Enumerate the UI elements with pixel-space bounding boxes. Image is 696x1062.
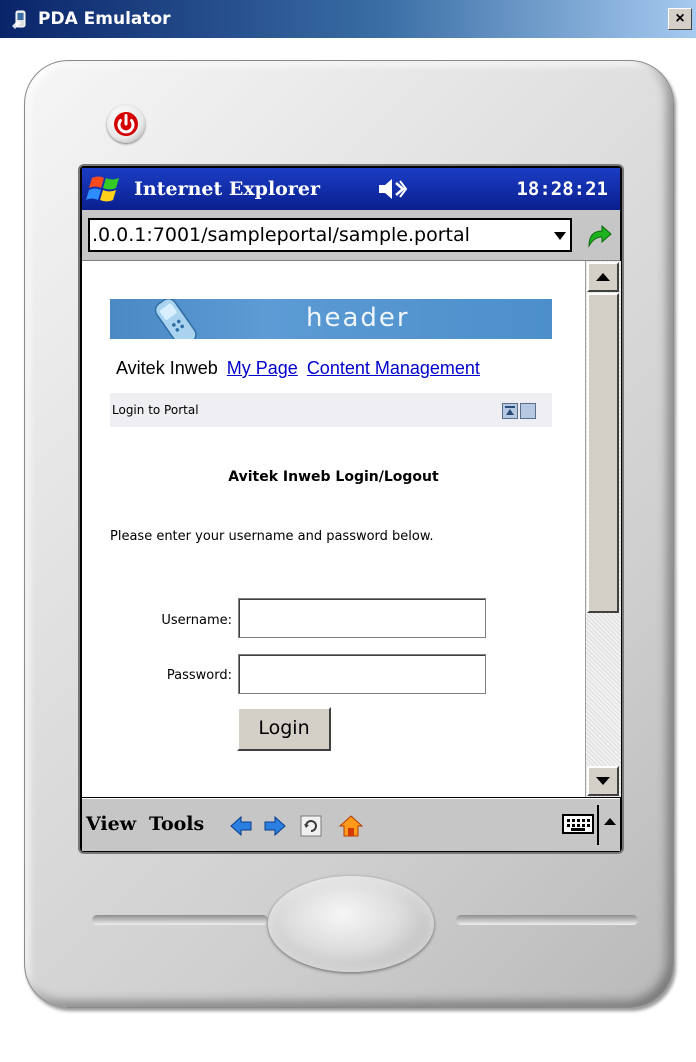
sip-up-arrow-icon[interactable] [603,815,617,829]
back-arrow-icon[interactable] [228,813,254,839]
scrollbar-thumb[interactable] [587,293,619,613]
username-field[interactable] [238,598,486,638]
address-bar-row: .0.0.1:7001/sampleportal/sample.portal [82,210,620,261]
window-titlebar: PDA Emulator × [0,0,696,38]
login-button[interactable]: Login [237,707,331,751]
scroll-up-icon [596,273,610,281]
windows-start-icon[interactable] [86,172,126,206]
address-url: .0.0.1:7001/sampleportal/sample.portal [92,224,470,246]
app-title: Internet Explorer [134,178,320,200]
menu-tools[interactable]: Tools [149,813,204,835]
login-instructions: Please enter your username and password … [110,529,434,544]
close-icon: × [675,10,685,27]
power-icon [114,112,138,136]
window-title: PDA Emulator [38,9,171,29]
right-speaker-slot [456,915,638,925]
refresh-icon[interactable] [298,813,324,839]
username-label: Username: [161,613,232,628]
clock[interactable]: 18:28:21 [516,178,608,200]
nav-link-content-management[interactable]: Content Management [307,358,480,378]
portlet-titlebar: Login to Portal [110,393,552,427]
portlet-title: Login to Portal [112,403,199,417]
home-icon[interactable] [338,813,364,839]
minimize-portlet-icon[interactable] [520,403,536,419]
dropdown-arrow-icon[interactable] [552,229,568,243]
phone-graphic [154,299,197,339]
portal-nav: Avitek Inweb My Page Content Management [116,358,480,379]
nav-link-my-page[interactable]: My Page [227,358,298,378]
pda-app-icon [12,10,26,29]
password-label: Password: [166,668,232,683]
vertical-scrollbar[interactable] [585,261,621,797]
password-field[interactable] [238,654,486,694]
speaker-icon[interactable] [376,175,408,203]
navigation-pad[interactable] [268,876,434,972]
banner-text: header [306,303,410,333]
go-arrow-icon[interactable] [584,222,614,250]
power-button[interactable] [107,105,145,143]
scroll-down-icon [596,777,610,785]
menu-bar: View Tools [82,798,620,851]
browser-content: header Avitek Inweb My Page Content Mana… [82,261,585,797]
login-heading: Avitek Inweb Login/Logout [228,469,439,485]
menu-view[interactable]: View [86,813,136,835]
address-input[interactable]: .0.0.1:7001/sampleportal/sample.portal [88,218,572,252]
scroll-up-button[interactable] [587,262,619,292]
left-speaker-slot [92,915,268,925]
status-bar: Internet Explorer 18:28:21 [82,168,620,210]
menu-divider [597,805,599,845]
maximize-portlet-icon[interactable] [502,403,518,419]
nav-brand: Avitek Inweb [116,358,218,378]
scroll-down-button[interactable] [587,766,619,796]
keyboard-icon[interactable] [562,813,594,835]
forward-arrow-icon[interactable] [262,813,288,839]
close-button[interactable]: × [668,8,692,30]
header-banner: header [110,299,552,339]
